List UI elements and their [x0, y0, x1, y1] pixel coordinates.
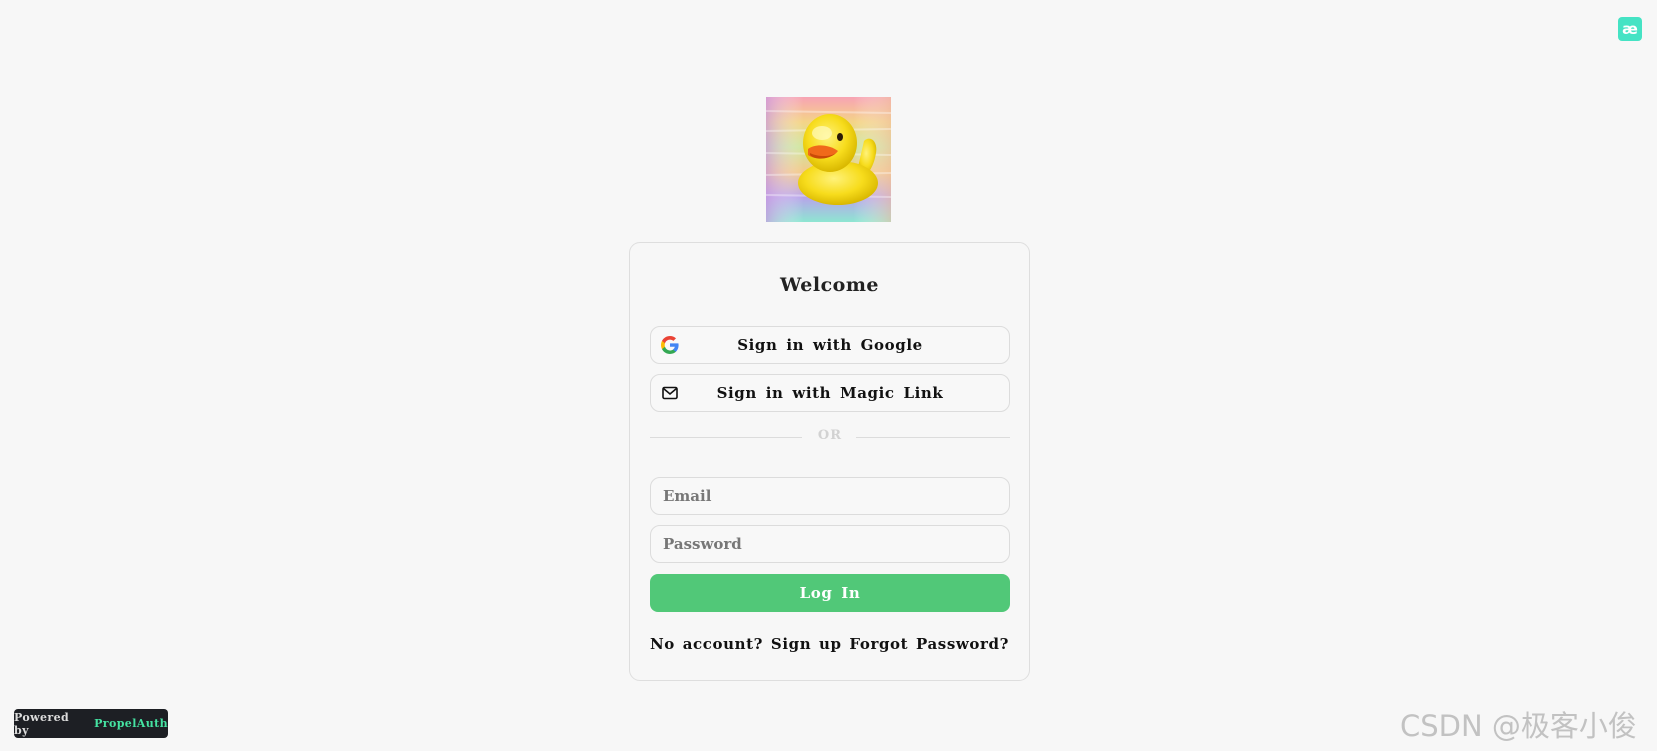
welcome-title: Welcome [779, 274, 880, 296]
magic-link-button-label: Sign in with Magic Link [716, 384, 944, 402]
password-input[interactable] [650, 525, 1010, 563]
email-input[interactable] [650, 477, 1010, 515]
rubber-duck-logo [766, 97, 891, 222]
powered-by-text: Powered by [14, 710, 70, 737]
corner-logo-glyph: æ [1622, 19, 1638, 38]
google-button-label: Sign in with Google [737, 336, 923, 354]
log-in-button[interactable]: Log In [650, 574, 1010, 612]
google-sign-in-button[interactable]: Sign in with Google [650, 326, 1010, 364]
propelauth-brand: PropelAuth [94, 717, 168, 730]
or-divider: OR [650, 427, 1010, 447]
sign-up-link[interactable]: No account? Sign up [650, 635, 842, 653]
log-in-button-label: Log In [799, 584, 861, 602]
mail-icon [661, 384, 679, 402]
forgot-password-link[interactable]: Forgot Password? [849, 635, 1009, 653]
powered-by-badge[interactable]: Powered by PropelAuth [14, 709, 168, 738]
google-icon [661, 336, 679, 354]
or-text: OR [817, 428, 843, 443]
csdn-watermark: CSDN @极客小俊 [1400, 709, 1637, 743]
login-card: Welcome Sign in with Google Sign in with… [629, 242, 1030, 681]
ae-logo-icon[interactable]: æ [1618, 17, 1642, 41]
magic-link-sign-in-button[interactable]: Sign in with Magic Link [650, 374, 1010, 412]
